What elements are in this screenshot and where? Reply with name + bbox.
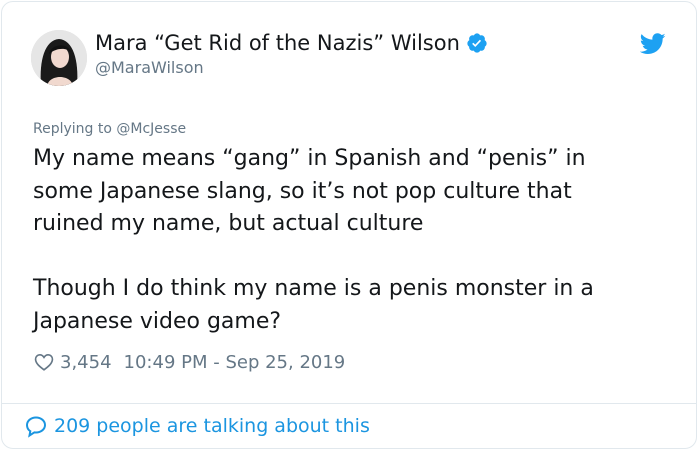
like-count[interactable]: 3,454 [60,352,112,373]
replying-to-mention[interactable]: @McJesse [116,121,186,137]
twitter-bird-icon[interactable] [640,33,666,55]
conversation-count-text[interactable]: 209 people are talking about this [54,415,370,437]
replying-to: Replying to @McJesse [33,121,186,137]
tweet-meta: 3,454 10:49 PM - Sep 25, 2019 [33,351,345,373]
author-display-name[interactable]: Mara “Get Rid of the Nazis” Wilson [95,31,460,55]
author-name-row[interactable]: Mara “Get Rid of the Nazis” Wilson [95,31,488,55]
avatar[interactable] [31,30,87,86]
divider [1,403,697,404]
avatar-image [31,30,87,86]
conversation-link[interactable]: 209 people are talking about this [24,414,370,438]
verified-badge-icon [467,33,487,53]
timestamp[interactable]: 10:49 PM - Sep 25, 2019 [124,352,346,373]
tweet-text: My name means “gang” in Spanish and “pen… [33,146,594,334]
speech-bubble-icon [25,416,47,438]
author-handle[interactable]: @MaraWilson [95,58,204,77]
heart-icon[interactable] [33,351,55,373]
replying-to-label: Replying to [33,121,117,137]
